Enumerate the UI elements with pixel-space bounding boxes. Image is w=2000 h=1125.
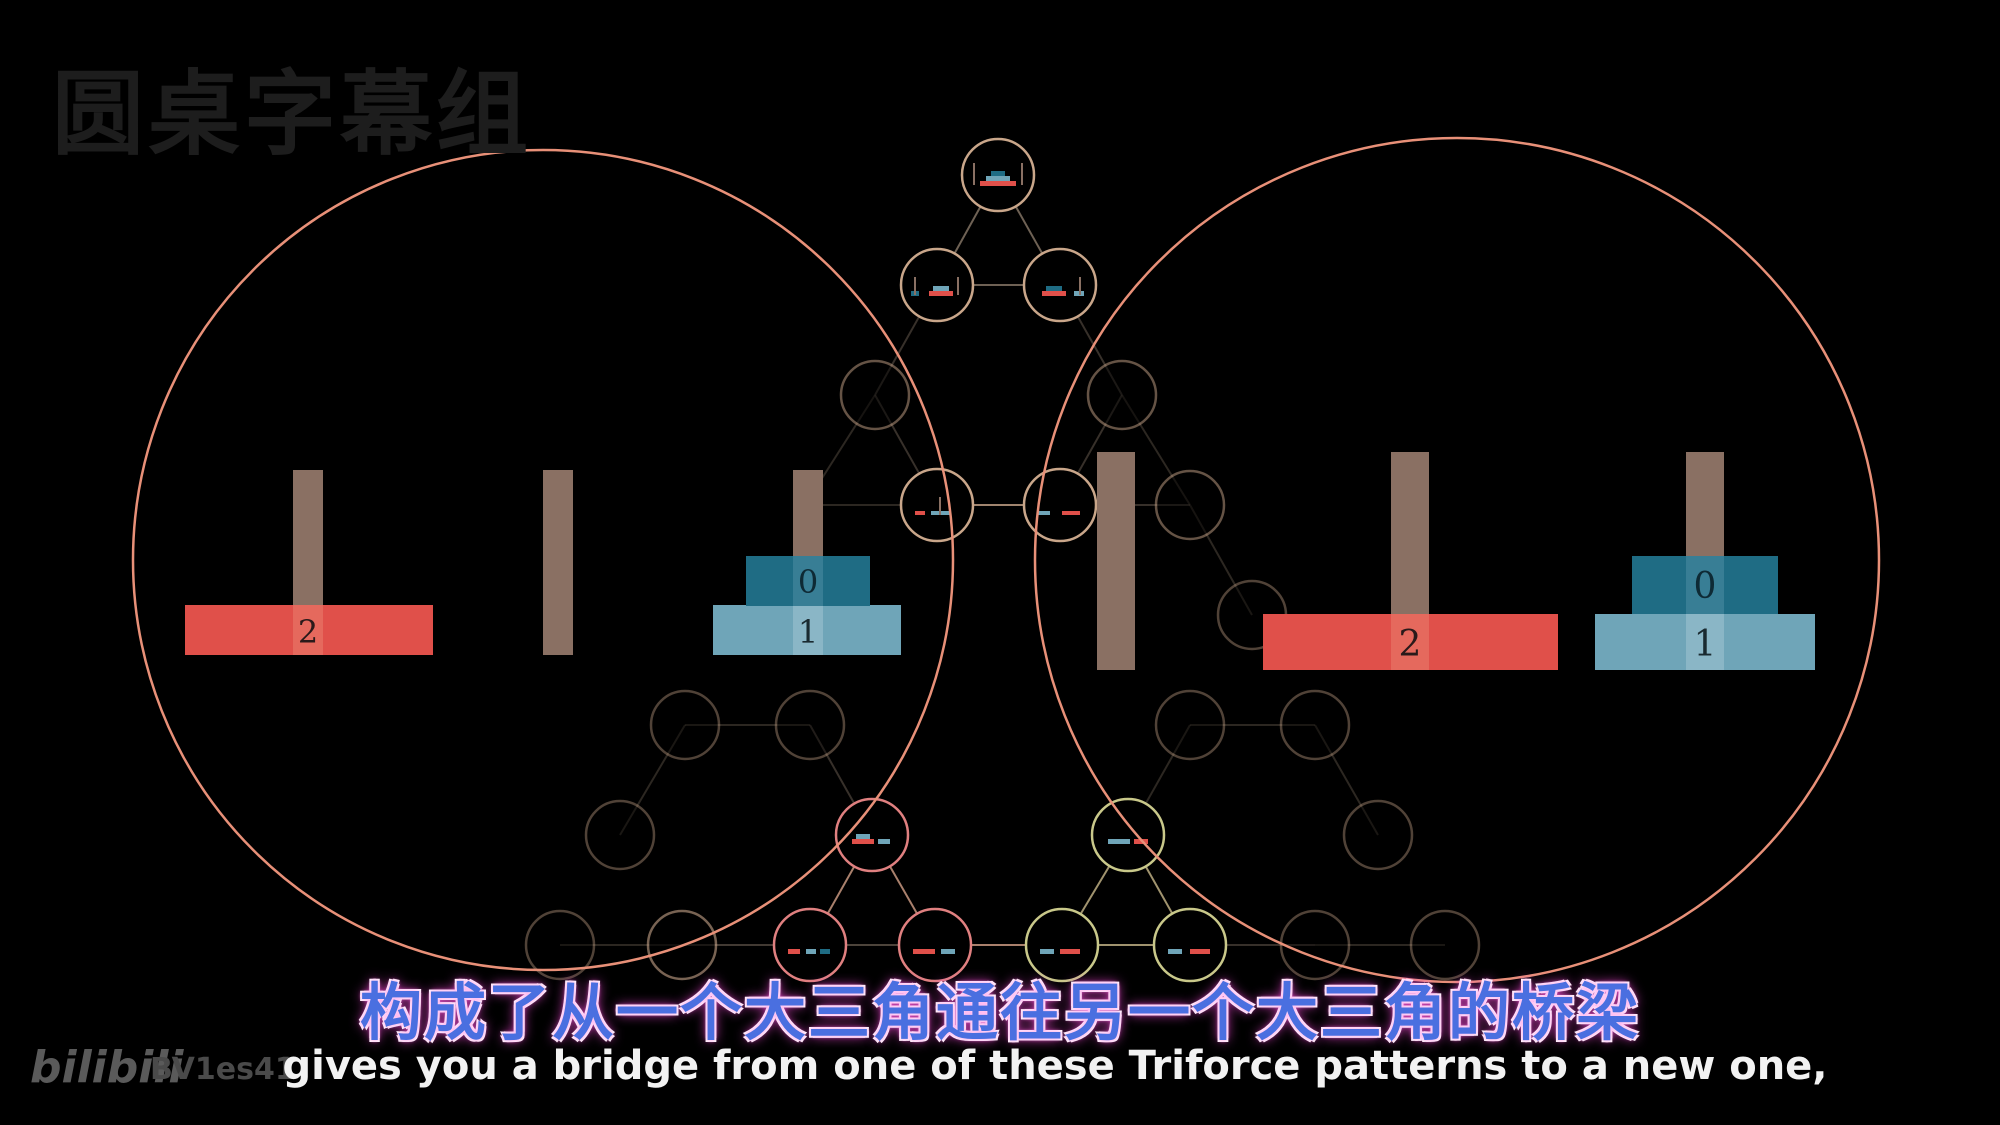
subtitle-group-watermark: 圆桌字幕组 xyxy=(52,61,533,168)
right-disk-medium-label: 1 xyxy=(1694,624,1717,665)
chinese-subtitle: 构成了从一个大三角通往另一个大三角的桥梁 xyxy=(359,976,1640,1049)
graph-edges xyxy=(560,174,1445,946)
english-subtitle: gives you a bridge from one of these Tri… xyxy=(282,1043,1828,1089)
right-peg-1 xyxy=(1097,452,1135,670)
right-disk-large-label: 2 xyxy=(1399,624,1422,665)
left-disk-small-label: 0 xyxy=(798,563,818,601)
graph-nodes xyxy=(524,137,1481,983)
right-disk-small-label: 0 xyxy=(1694,566,1717,607)
left-disk-large-label: 2 xyxy=(298,613,318,651)
left-tower-state: 2 1 0 xyxy=(185,470,901,655)
left-peg-2 xyxy=(543,470,573,655)
left-disk-medium-label: 1 xyxy=(798,613,818,651)
